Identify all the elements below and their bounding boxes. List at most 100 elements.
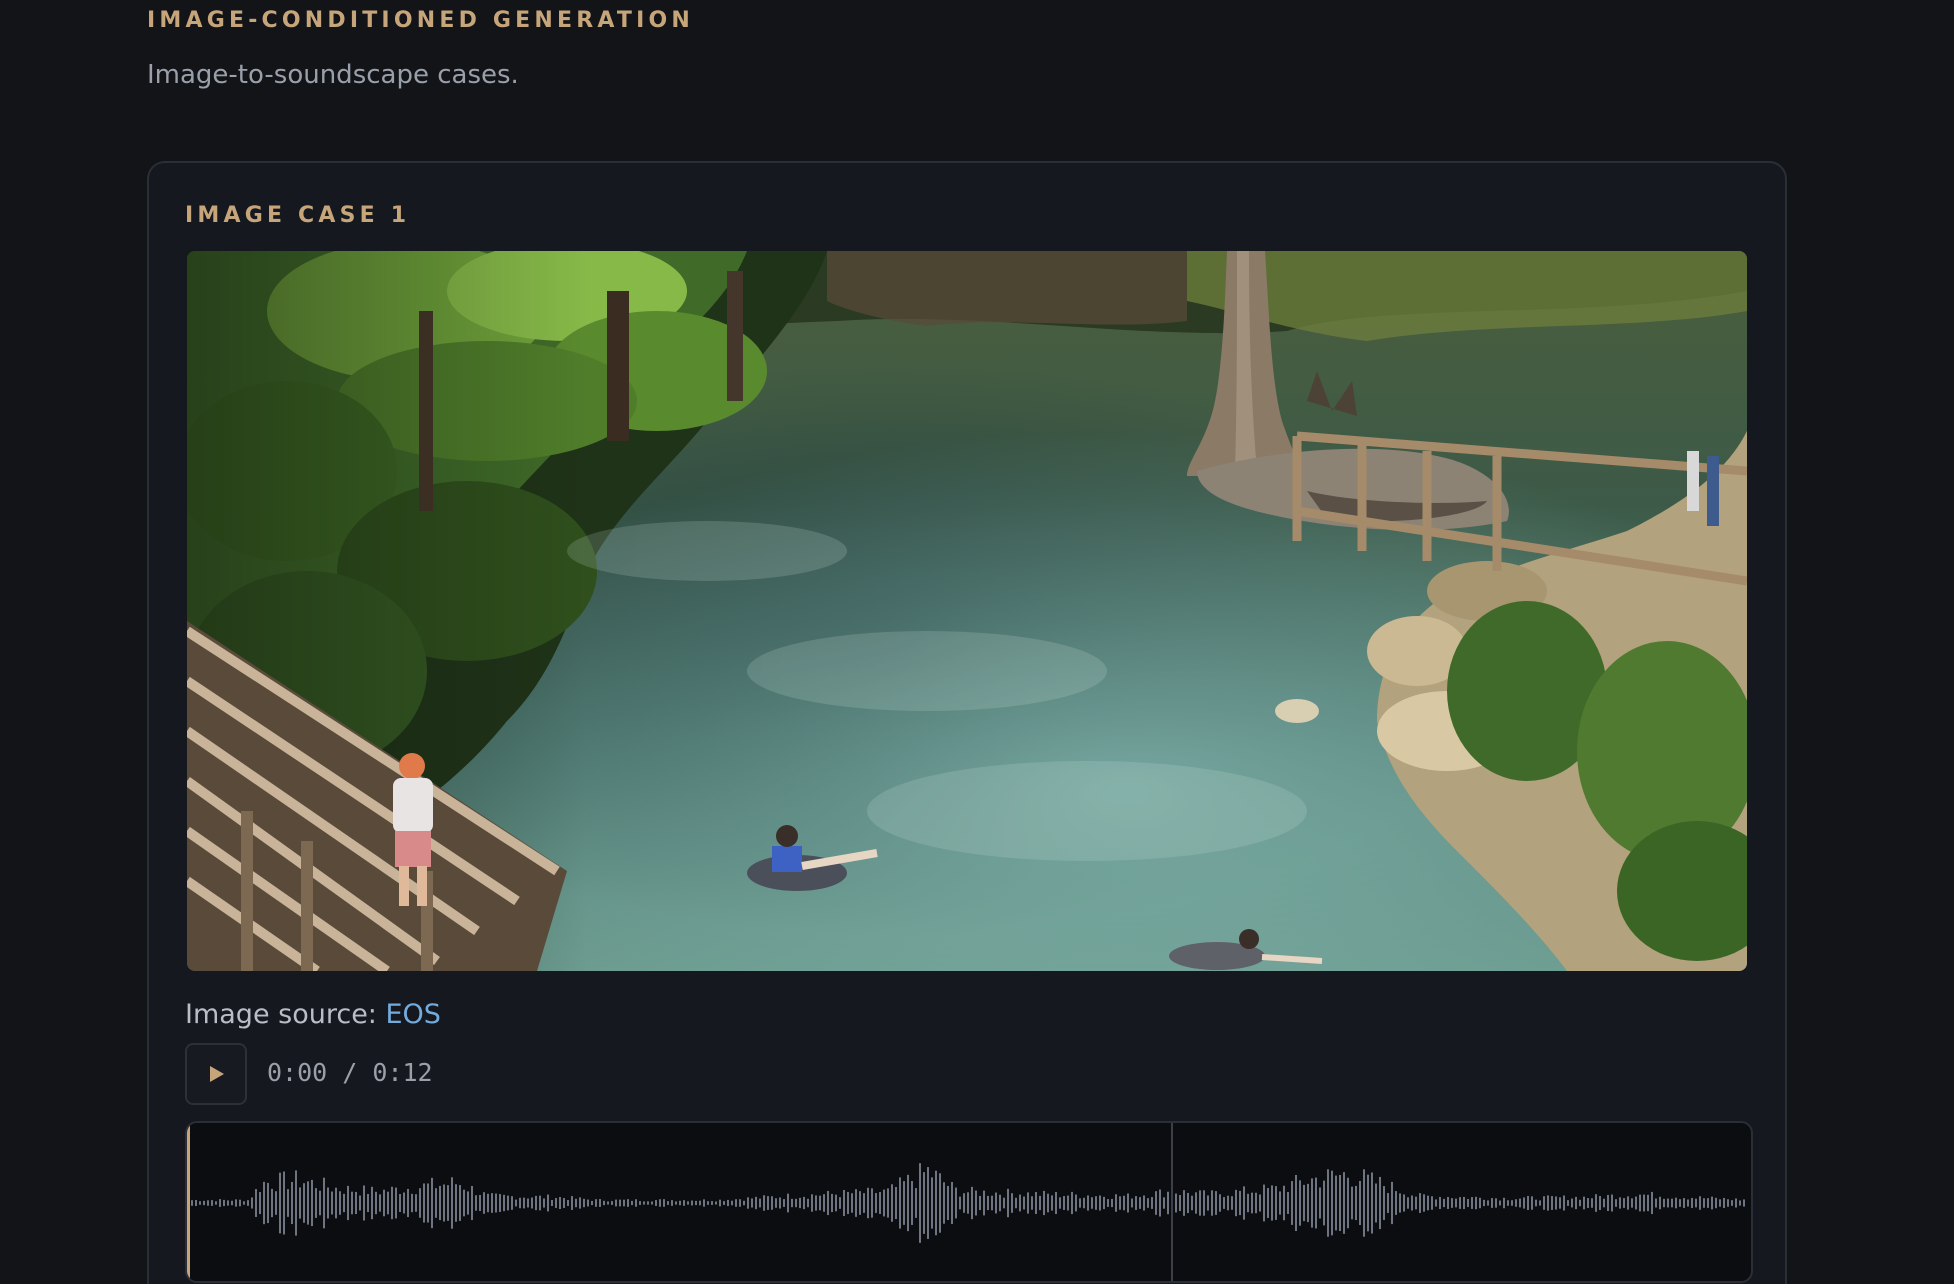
waveform-bar (907, 1174, 909, 1232)
waveform-bar (739, 1199, 741, 1207)
waveform-bar (835, 1194, 837, 1212)
duration: 0:12 (372, 1058, 433, 1087)
waveform-bar (1151, 1197, 1153, 1209)
waveform-bar (1203, 1190, 1205, 1216)
waveform-bar (711, 1201, 713, 1205)
waveform-bar (975, 1190, 977, 1216)
waveform-bar (1695, 1198, 1697, 1208)
waveform-bar (731, 1200, 733, 1206)
waveform-bar (1059, 1197, 1061, 1209)
waveform-bar (283, 1171, 285, 1235)
waveform-bar (579, 1197, 581, 1209)
waveform-bar (1623, 1198, 1625, 1208)
waveform-bar (535, 1195, 537, 1211)
play-button[interactable] (185, 1043, 247, 1105)
waveform-bar (1295, 1174, 1297, 1232)
waveform-bar (979, 1195, 981, 1211)
waveform-bar (471, 1185, 473, 1221)
waveform-bar (1591, 1198, 1593, 1208)
waveform-bar (735, 1199, 737, 1207)
waveform-bar (1555, 1196, 1557, 1210)
waveform-bar (463, 1189, 465, 1217)
waveform-bar (1615, 1199, 1617, 1207)
waveform-bar (591, 1200, 593, 1206)
waveform-bar (1383, 1186, 1385, 1220)
waveform[interactable] (185, 1121, 1753, 1283)
waveform-bar (1407, 1197, 1409, 1209)
time-display: 0:00 / 0:12 (267, 1058, 433, 1087)
waveform-bar (307, 1181, 309, 1225)
waveform-bar (531, 1197, 533, 1209)
waveform-bar (987, 1195, 989, 1211)
waveform-bar (867, 1187, 869, 1219)
waveform-bar (1363, 1169, 1365, 1237)
waveform-bar (655, 1200, 657, 1206)
waveform-bar (651, 1201, 653, 1205)
waveform-bar (1443, 1198, 1445, 1208)
waveform-bar (347, 1185, 349, 1221)
waveform-bar (1275, 1186, 1277, 1220)
image-source-link[interactable]: EOS (386, 999, 441, 1030)
waveform-bar (251, 1197, 253, 1209)
waveform-bar (883, 1189, 885, 1217)
waveform-bar (1523, 1197, 1525, 1209)
waveform-bar (359, 1195, 361, 1211)
waveform-bar (1163, 1197, 1165, 1209)
waveform-bar (1027, 1192, 1029, 1214)
waveform-bar (1651, 1191, 1653, 1215)
waveform-bar (1639, 1194, 1641, 1212)
waveform-bar (1427, 1195, 1429, 1211)
waveform-bar (443, 1184, 445, 1222)
waveform-bar (503, 1194, 505, 1212)
waveform-bar (819, 1195, 821, 1211)
waveform-bar (479, 1194, 481, 1212)
waveform-bar (335, 1187, 337, 1219)
waveform-bar (951, 1181, 953, 1225)
waveform-bar (619, 1199, 621, 1207)
waveform-bar (511, 1196, 513, 1210)
waveform-bar (1567, 1200, 1569, 1206)
waveform-bar (1011, 1193, 1013, 1213)
waveform-bar (203, 1200, 205, 1206)
waveform-bar (1315, 1177, 1317, 1229)
waveform-bar (1671, 1198, 1673, 1208)
waveform-bar (847, 1191, 849, 1215)
waveform-bar (1471, 1197, 1473, 1209)
waveform-bar (1667, 1198, 1669, 1208)
waveform-bar (195, 1199, 197, 1207)
waveform-bar (403, 1192, 405, 1214)
waveform-bar (1631, 1198, 1633, 1208)
waveform-bar (1375, 1183, 1377, 1223)
waveform-bar (1095, 1196, 1097, 1210)
waveform-bar (519, 1197, 521, 1209)
waveform-bar (1535, 1199, 1537, 1207)
waveform-bar (1299, 1180, 1301, 1226)
waveform-bar (1519, 1198, 1521, 1208)
waveform-bar (1291, 1181, 1293, 1225)
waveform-bar (811, 1194, 813, 1212)
waveform-bar (1123, 1195, 1125, 1211)
waveform-bar (279, 1172, 281, 1234)
waveform-bar (675, 1201, 677, 1205)
waveform-bar (1551, 1196, 1553, 1210)
waveform-bar (1575, 1196, 1577, 1210)
waveform-bar (439, 1185, 441, 1221)
waveform-bar (1255, 1192, 1257, 1214)
playhead[interactable] (187, 1123, 190, 1281)
waveform-bar (991, 1195, 993, 1211)
waveform-bar (411, 1193, 413, 1213)
waveform-bar (567, 1200, 569, 1206)
waveform-bar (1351, 1186, 1353, 1220)
waveform-bar (1287, 1192, 1289, 1214)
waveform-bar (815, 1195, 817, 1211)
waveform-bar (527, 1198, 529, 1208)
waveform-bar (295, 1170, 297, 1236)
waveform-bar (807, 1198, 809, 1208)
waveform-bar (875, 1193, 877, 1213)
waveform-bar (1247, 1193, 1249, 1213)
waveform-bar (895, 1186, 897, 1220)
waveform-bar (1563, 1195, 1565, 1211)
waveform-bar (1451, 1198, 1453, 1208)
waveform-bar (1611, 1194, 1613, 1212)
waveform-bar (1655, 1198, 1657, 1208)
